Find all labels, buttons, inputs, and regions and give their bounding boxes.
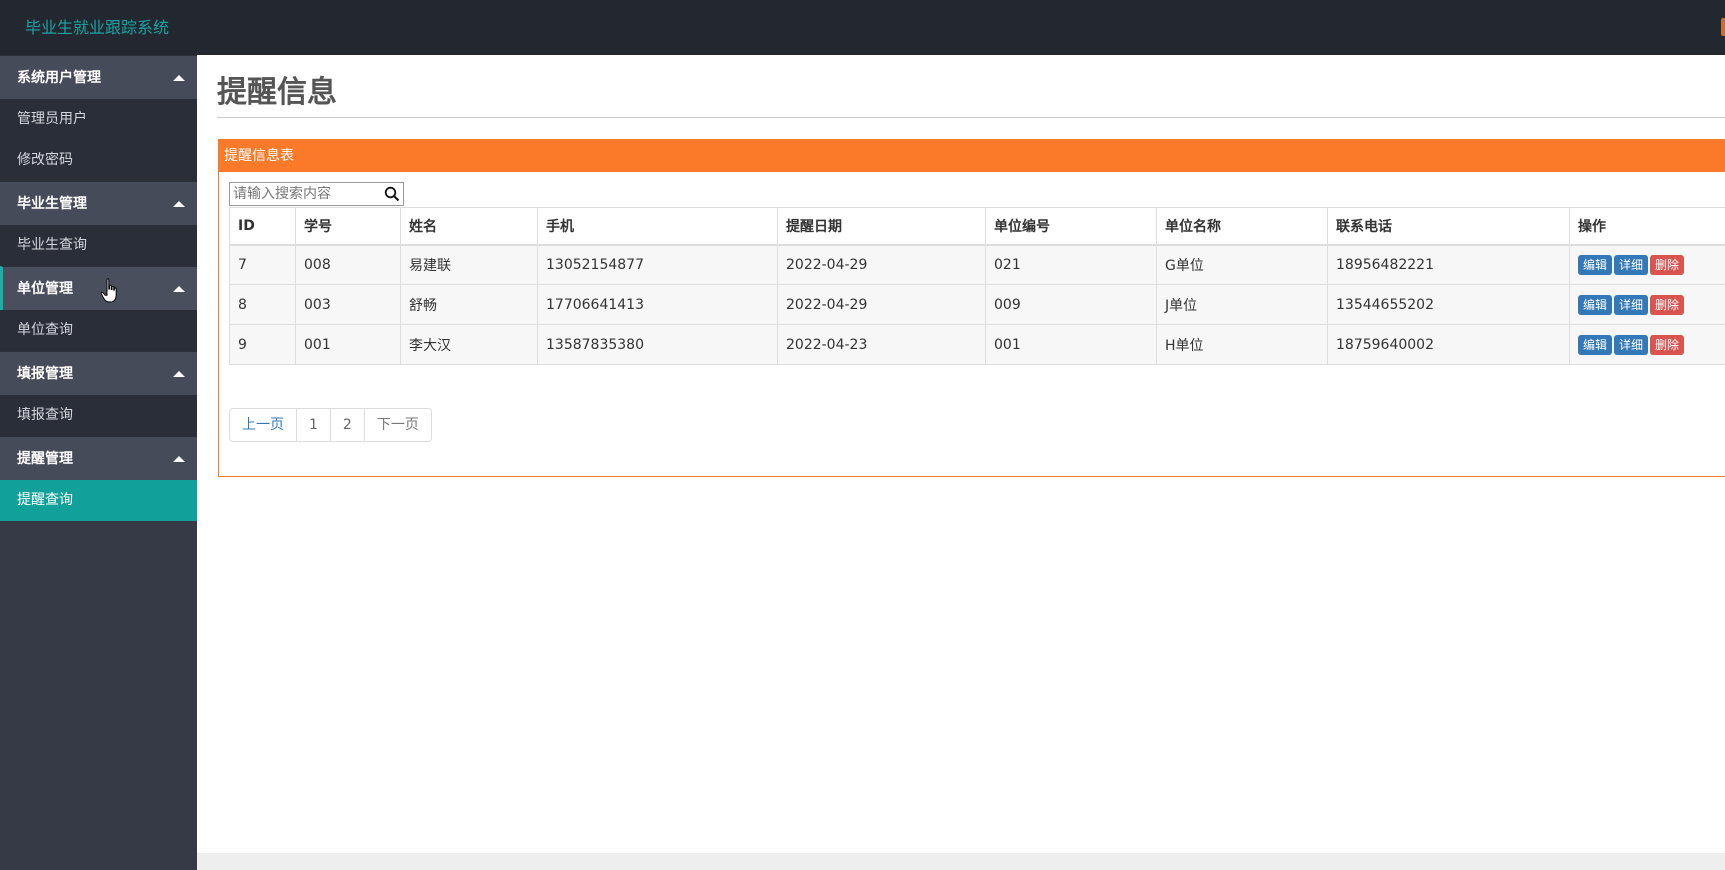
nav-group-graduates[interactable]: 毕业生管理 [0, 181, 197, 225]
table-row: 8 003 舒畅 17706641413 2022-04-29 009 J单位 … [229, 284, 1725, 325]
search-icon[interactable] [384, 186, 400, 202]
nav-group-label: 系统用户管理 [17, 70, 101, 86]
column-header: 学号 [295, 207, 401, 246]
hand-cursor-icon [100, 278, 117, 303]
title-divider [217, 117, 1725, 118]
cell-unit-no: 009 [985, 284, 1157, 325]
cell-contact-phone: 18759640002 [1327, 324, 1570, 365]
footer [197, 853, 1725, 870]
cell-unit-name: G单位 [1156, 244, 1328, 285]
table-header-row: ID 学号 姓名 手机 提醒日期 单位编号 单位名称 联系电话 操作 [229, 207, 1725, 246]
column-header: 单位名称 [1156, 207, 1328, 246]
caret-up-icon [173, 371, 185, 377]
cell-unit-name: J单位 [1156, 284, 1328, 325]
panel-heading: 提醒信息表 [219, 140, 1725, 172]
nav-group-label: 毕业生管理 [17, 196, 87, 212]
cell-unit-no: 001 [985, 324, 1157, 365]
cell-id: 7 [229, 244, 296, 285]
detail-button[interactable]: 详细 [1614, 294, 1649, 315]
nav-group-reports[interactable]: 填报管理 [0, 351, 197, 395]
cell-unit-no: 021 [985, 244, 1157, 285]
column-header: 操作 [1569, 207, 1725, 246]
sidebar-item-report-query[interactable]: 填报查询 [0, 395, 197, 436]
nav-group-system-users[interactable]: 系统用户管理 [0, 55, 197, 99]
column-header: 提醒日期 [777, 207, 986, 246]
nav-group-label: 单位管理 [17, 281, 73, 297]
cell-reminder-date: 2022-04-23 [777, 324, 986, 365]
detail-button[interactable]: 详细 [1614, 254, 1649, 275]
cell-student-no: 003 [295, 284, 401, 325]
caret-up-icon [173, 286, 185, 292]
app-title[interactable]: 毕业生就业跟踪系统 [25, 14, 169, 38]
cell-unit-name: H单位 [1156, 324, 1328, 365]
cell-name: 易建联 [400, 244, 538, 285]
main-content: 提醒信息 提醒信息表 ID 学号 姓名 手机 提醒日期 单位编号 单位名称 [197, 55, 1725, 870]
delete-button[interactable]: 删除 [1650, 334, 1685, 355]
top-bar: 毕业生就业跟踪系统 [0, 0, 1725, 55]
nav-group-units[interactable]: 单位管理 [0, 266, 197, 310]
cell-contact-phone: 13544655202 [1327, 284, 1570, 325]
cell-id: 9 [229, 324, 296, 365]
cell-actions: 编辑 详细 删除 [1569, 324, 1725, 365]
pagination: 上一页 1 2 下一页 [229, 408, 432, 442]
reminder-panel: 提醒信息表 ID 学号 姓名 手机 提醒日期 单位编号 单位名称 联系电话 [218, 139, 1725, 477]
cell-phone: 13587835380 [537, 324, 778, 365]
cell-contact-phone: 18956482221 [1327, 244, 1570, 285]
cell-student-no: 008 [295, 244, 401, 285]
nav-group-label: 填报管理 [17, 366, 73, 382]
sidebar-item-admin-users[interactable]: 管理员用户 [0, 99, 197, 140]
cell-id: 8 [229, 284, 296, 325]
sidebar: 系统用户管理 管理员用户 修改密码 毕业生管理 毕业生查询 单位管理 单位查询 … [0, 55, 197, 870]
column-header: 单位编号 [985, 207, 1157, 246]
table-row: 9 001 李大汉 13587835380 2022-04-23 001 H单位… [229, 324, 1725, 365]
sidebar-item-graduate-query[interactable]: 毕业生查询 [0, 225, 197, 266]
column-header: 联系电话 [1327, 207, 1570, 246]
caret-up-icon [173, 75, 185, 81]
detail-button[interactable]: 详细 [1614, 334, 1649, 355]
user-menu-icon[interactable] [1721, 18, 1725, 36]
cell-name: 舒畅 [400, 284, 538, 325]
cell-student-no: 001 [295, 324, 401, 365]
cell-actions: 编辑 详细 删除 [1569, 284, 1725, 325]
sidebar-item-reminder-query[interactable]: 提醒查询 [0, 480, 197, 521]
cell-reminder-date: 2022-04-29 [777, 244, 986, 285]
sidebar-item-unit-query[interactable]: 单位查询 [0, 310, 197, 351]
delete-button[interactable]: 删除 [1650, 254, 1685, 275]
nav-group-label: 提醒管理 [17, 451, 73, 467]
column-header: 手机 [537, 207, 778, 246]
caret-up-icon [173, 201, 185, 207]
search-input[interactable] [230, 183, 380, 205]
prev-page-link[interactable]: 上一页 [230, 409, 297, 441]
edit-button[interactable]: 编辑 [1578, 294, 1613, 315]
cell-name: 李大汉 [400, 324, 538, 365]
edit-button[interactable]: 编辑 [1578, 254, 1613, 275]
caret-up-icon [173, 456, 185, 462]
page-title: 提醒信息 [217, 75, 337, 110]
cell-actions: 编辑 详细 删除 [1569, 244, 1725, 285]
column-header: 姓名 [400, 207, 538, 246]
cell-phone: 13052154877 [537, 244, 778, 285]
next-page-link[interactable]: 下一页 [365, 409, 431, 441]
sidebar-item-change-password[interactable]: 修改密码 [0, 140, 197, 181]
search-box [229, 182, 404, 206]
reminder-table: ID 学号 姓名 手机 提醒日期 单位编号 单位名称 联系电话 操作 7 008… [229, 207, 1725, 365]
nav-group-reminders[interactable]: 提醒管理 [0, 436, 197, 480]
column-header: ID [229, 207, 296, 246]
table-row: 7 008 易建联 13052154877 2022-04-29 021 G单位… [229, 244, 1725, 285]
cell-reminder-date: 2022-04-29 [777, 284, 986, 325]
page-link-2[interactable]: 2 [331, 409, 365, 441]
cell-phone: 17706641413 [537, 284, 778, 325]
edit-button[interactable]: 编辑 [1578, 334, 1613, 355]
delete-button[interactable]: 删除 [1650, 294, 1685, 315]
page-link-1[interactable]: 1 [297, 409, 331, 441]
